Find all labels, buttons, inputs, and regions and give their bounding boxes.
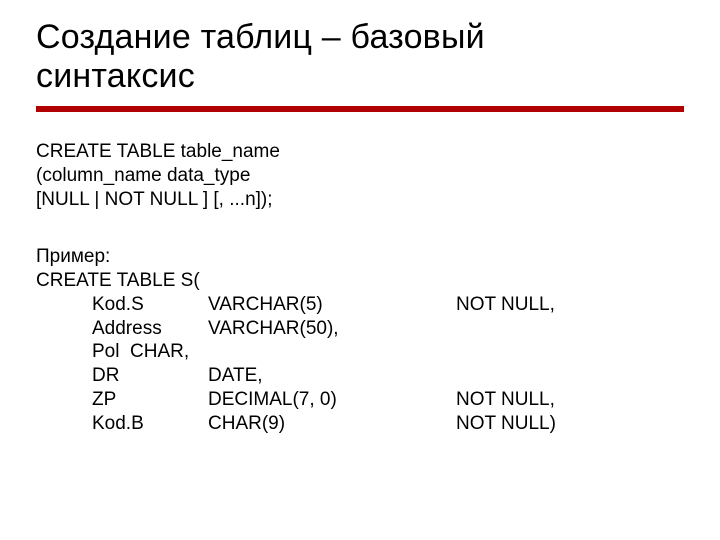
- col-extra: [396, 412, 456, 436]
- syntax-block: CREATE TABLE table_name (column_name dat…: [36, 140, 684, 211]
- col-type: CHAR(9): [208, 412, 396, 436]
- col-constraint: [456, 340, 656, 364]
- example-columns: Kod.S VARCHAR(5) NOT NULL, Address VARCH…: [36, 293, 684, 436]
- col-name: ZP: [92, 388, 208, 412]
- col-constraint: NOT NULL,: [456, 293, 656, 317]
- syntax-line-1: CREATE TABLE table_name: [36, 140, 684, 164]
- col-indent: [36, 293, 92, 317]
- title-line-1: Создание таблиц – базовый: [36, 18, 485, 56]
- col-extra: [396, 388, 456, 412]
- example-block: Пример: CREATE TABLE S( Kod.S VARCHAR(5)…: [36, 245, 684, 435]
- example-label: Пример:: [36, 245, 684, 269]
- col-indent: [36, 388, 92, 412]
- slide-title: Создание таблиц – базовый синтаксис: [36, 18, 684, 96]
- col-constraint: [456, 317, 656, 341]
- col-extra: [396, 317, 456, 341]
- col-indent: [36, 340, 92, 364]
- col-name-inline: Pol CHAR,: [92, 340, 396, 364]
- col-extra: [396, 340, 456, 364]
- title-underline: [36, 106, 684, 112]
- col-name: Kod.B: [92, 412, 208, 436]
- slide: Создание таблиц – базовый синтаксис CREA…: [0, 0, 720, 540]
- col-type: VARCHAR(50),: [208, 317, 396, 341]
- col-constraint: NOT NULL): [456, 412, 656, 436]
- col-type: VARCHAR(5): [208, 293, 396, 317]
- col-name: DR: [92, 364, 208, 388]
- col-indent: [36, 412, 92, 436]
- syntax-line-3: [NULL | NOT NULL ] [, ...n]);: [36, 188, 684, 212]
- col-constraint: [456, 364, 656, 388]
- col-name: Kod.S: [92, 293, 208, 317]
- syntax-line-2: (column_name data_type: [36, 164, 684, 188]
- col-indent: [36, 317, 92, 341]
- col-indent: [36, 364, 92, 388]
- col-type: DECIMAL(7, 0): [208, 388, 396, 412]
- col-extra: [396, 293, 456, 317]
- col-extra: [396, 364, 456, 388]
- col-type: DATE,: [208, 364, 396, 388]
- title-line-2: синтаксис: [36, 57, 195, 95]
- col-name: Address: [92, 317, 208, 341]
- example-open: CREATE TABLE S(: [36, 269, 684, 293]
- col-constraint: NOT NULL,: [456, 388, 656, 412]
